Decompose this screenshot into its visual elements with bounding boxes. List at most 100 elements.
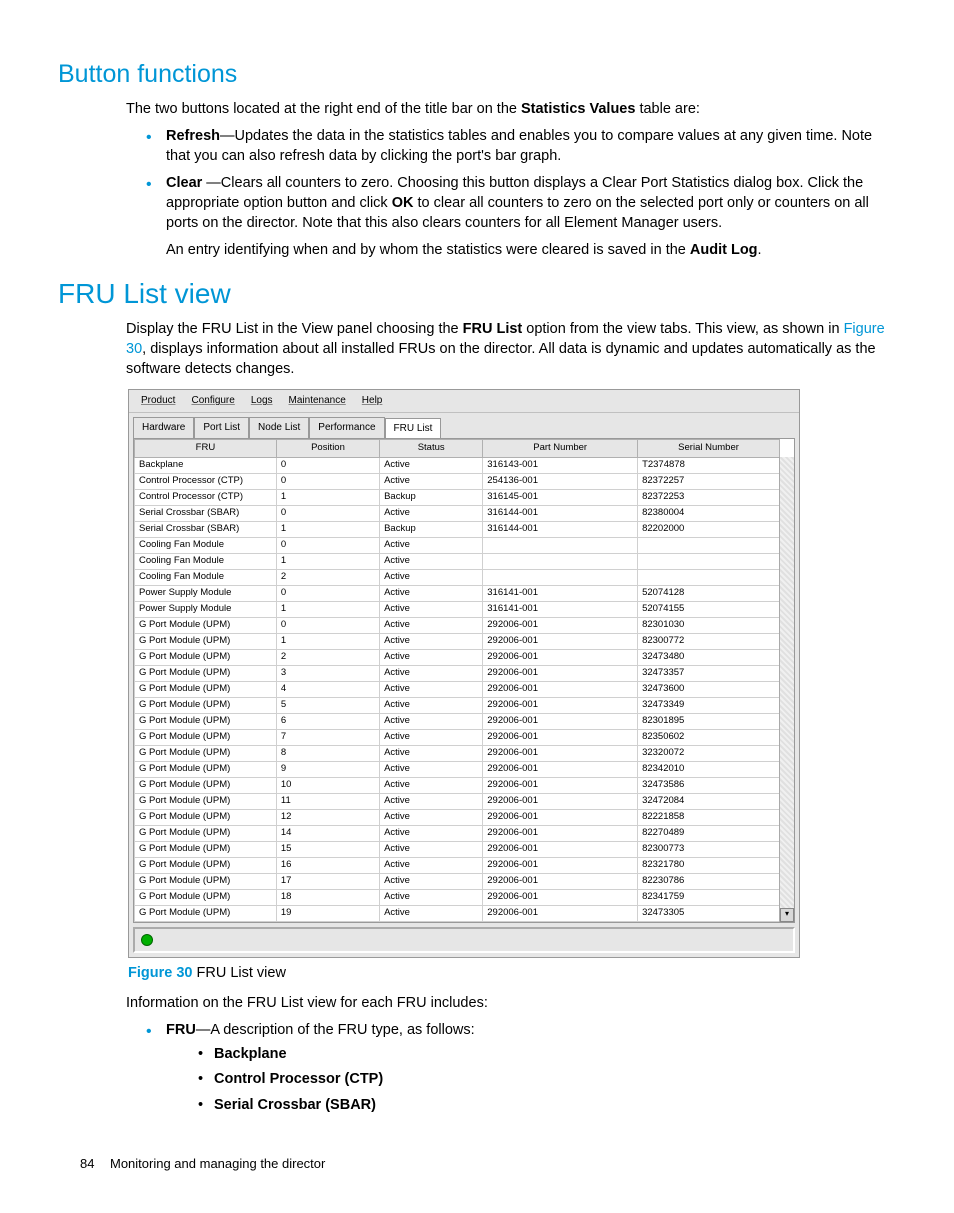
table-row[interactable]: Power Supply Module1Active316141-0015207… bbox=[135, 601, 780, 617]
table-row[interactable]: G Port Module (UPM)5Active292006-0013247… bbox=[135, 697, 780, 713]
table-cell: 8 bbox=[276, 745, 379, 761]
table-cell: 292006-001 bbox=[483, 857, 638, 873]
table-row[interactable]: Cooling Fan Module2Active bbox=[135, 569, 780, 585]
table-cell: 292006-001 bbox=[483, 873, 638, 889]
table-cell: 316143-001 bbox=[483, 457, 638, 473]
tab-hardware[interactable]: Hardware bbox=[133, 417, 194, 439]
table-cell: Control Processor (CTP) bbox=[135, 473, 277, 489]
col-fru[interactable]: FRU bbox=[135, 440, 277, 458]
tab-fru-list[interactable]: FRU List bbox=[385, 418, 442, 440]
heading-button-functions: Button functions bbox=[58, 58, 896, 92]
table-row[interactable]: Cooling Fan Module1Active bbox=[135, 553, 780, 569]
menu-maintenance[interactable]: Maintenance bbox=[281, 392, 354, 410]
page-number: 84 bbox=[80, 1155, 94, 1173]
table-cell: G Port Module (UPM) bbox=[135, 793, 277, 809]
col-serial-number[interactable]: Serial Number bbox=[638, 440, 780, 458]
col-part-number[interactable]: Part Number bbox=[483, 440, 638, 458]
table-cell: 82380004 bbox=[638, 505, 780, 521]
table-cell: 82341759 bbox=[638, 889, 780, 905]
table-cell: Active bbox=[380, 825, 483, 841]
table-cell: 1 bbox=[276, 553, 379, 569]
table-cell: G Port Module (UPM) bbox=[135, 889, 277, 905]
table-row[interactable]: G Port Module (UPM)6Active292006-0018230… bbox=[135, 713, 780, 729]
table-cell: 82202000 bbox=[638, 521, 780, 537]
table-cell: Active bbox=[380, 857, 483, 873]
table-row[interactable]: Control Processor (CTP)0Active254136-001… bbox=[135, 473, 780, 489]
table-cell: 1 bbox=[276, 521, 379, 537]
table-cell: G Port Module (UPM) bbox=[135, 857, 277, 873]
table-row[interactable]: Serial Crossbar (SBAR)0Active316144-0018… bbox=[135, 505, 780, 521]
text: . bbox=[758, 242, 762, 258]
table-row[interactable]: Backplane0Active316143-001T2374878 bbox=[135, 457, 780, 473]
table-row[interactable]: G Port Module (UPM)19Active292006-001324… bbox=[135, 905, 780, 921]
col-status[interactable]: Status bbox=[380, 440, 483, 458]
menu-logs[interactable]: Logs bbox=[243, 392, 281, 410]
table-cell: Active bbox=[380, 601, 483, 617]
heading-fru-list-view: FRU List view bbox=[58, 275, 896, 313]
table-cell: Active bbox=[380, 889, 483, 905]
table-cell: 0 bbox=[276, 473, 379, 489]
table-cell: G Port Module (UPM) bbox=[135, 649, 277, 665]
tabbar: Hardware Port List Node List Performance… bbox=[129, 413, 799, 439]
table-row[interactable]: G Port Module (UPM)14Active292006-001822… bbox=[135, 825, 780, 841]
table-row[interactable]: Serial Crossbar (SBAR)1Backup316144-0018… bbox=[135, 521, 780, 537]
table-cell: 292006-001 bbox=[483, 889, 638, 905]
text-bold: Refresh bbox=[166, 128, 220, 144]
table-cell: 292006-001 bbox=[483, 681, 638, 697]
table-cell: 7 bbox=[276, 729, 379, 745]
table-row[interactable]: G Port Module (UPM)16Active292006-001823… bbox=[135, 857, 780, 873]
table-row[interactable]: Power Supply Module0Active316141-0015207… bbox=[135, 585, 780, 601]
table-row[interactable]: G Port Module (UPM)10Active292006-001324… bbox=[135, 777, 780, 793]
table-cell: 82230786 bbox=[638, 873, 780, 889]
table-row[interactable]: G Port Module (UPM)17Active292006-001822… bbox=[135, 873, 780, 889]
text-bold: Control Processor (CTP) bbox=[214, 1071, 383, 1087]
status-indicator-icon bbox=[141, 934, 153, 946]
table-cell bbox=[638, 553, 780, 569]
table-cell: 316144-001 bbox=[483, 505, 638, 521]
table-cell: 32472084 bbox=[638, 793, 780, 809]
table-row[interactable]: G Port Module (UPM)12Active292006-001822… bbox=[135, 809, 780, 825]
list-item: Clear —Clears all counters to zero. Choo… bbox=[144, 174, 896, 260]
table-row[interactable]: G Port Module (UPM)9Active292006-0018234… bbox=[135, 761, 780, 777]
table-row[interactable]: G Port Module (UPM)8Active292006-0013232… bbox=[135, 745, 780, 761]
table-row[interactable]: G Port Module (UPM)7Active292006-0018235… bbox=[135, 729, 780, 745]
menu-configure[interactable]: Configure bbox=[183, 392, 242, 410]
table-cell: 82301030 bbox=[638, 617, 780, 633]
table-cell: Active bbox=[380, 713, 483, 729]
table-cell: 292006-001 bbox=[483, 905, 638, 921]
table-row[interactable]: G Port Module (UPM)4Active292006-0013247… bbox=[135, 681, 780, 697]
table-cell: 32473305 bbox=[638, 905, 780, 921]
table-row[interactable]: G Port Module (UPM)11Active292006-001324… bbox=[135, 793, 780, 809]
caption-label: Figure 30 bbox=[128, 965, 192, 981]
table-row[interactable]: G Port Module (UPM)18Active292006-001823… bbox=[135, 889, 780, 905]
table-row[interactable]: G Port Module (UPM)3Active292006-0013247… bbox=[135, 665, 780, 681]
scroll-down-button[interactable]: ▾ bbox=[780, 908, 794, 922]
tab-performance[interactable]: Performance bbox=[309, 417, 384, 439]
tab-port-list[interactable]: Port List bbox=[194, 417, 249, 439]
menu-help[interactable]: Help bbox=[354, 392, 391, 410]
table-cell: Active bbox=[380, 553, 483, 569]
table-row[interactable]: G Port Module (UPM)2Active292006-0013247… bbox=[135, 649, 780, 665]
table-cell: 316141-001 bbox=[483, 585, 638, 601]
table-cell: 82372253 bbox=[638, 489, 780, 505]
table-cell: 32473357 bbox=[638, 665, 780, 681]
table-cell: Backup bbox=[380, 521, 483, 537]
table-cell: G Port Module (UPM) bbox=[135, 825, 277, 841]
table-row[interactable]: Control Processor (CTP)1Backup316145-001… bbox=[135, 489, 780, 505]
table-cell: 292006-001 bbox=[483, 745, 638, 761]
col-position[interactable]: Position bbox=[276, 440, 379, 458]
table-row[interactable]: G Port Module (UPM)15Active292006-001823… bbox=[135, 841, 780, 857]
text-bold: FRU bbox=[166, 1022, 196, 1038]
table-cell bbox=[483, 537, 638, 553]
tab-node-list[interactable]: Node List bbox=[249, 417, 309, 439]
table-cell: Active bbox=[380, 617, 483, 633]
menu-product[interactable]: Product bbox=[133, 392, 183, 410]
scrollbar[interactable] bbox=[779, 457, 794, 922]
table-cell: G Port Module (UPM) bbox=[135, 761, 277, 777]
table-row[interactable]: G Port Module (UPM)1Active292006-0018230… bbox=[135, 633, 780, 649]
table-cell: 4 bbox=[276, 681, 379, 697]
table-row[interactable]: Cooling Fan Module0Active bbox=[135, 537, 780, 553]
table-cell: Active bbox=[380, 633, 483, 649]
table-row[interactable]: G Port Module (UPM)0Active292006-0018230… bbox=[135, 617, 780, 633]
table-cell: G Port Module (UPM) bbox=[135, 809, 277, 825]
